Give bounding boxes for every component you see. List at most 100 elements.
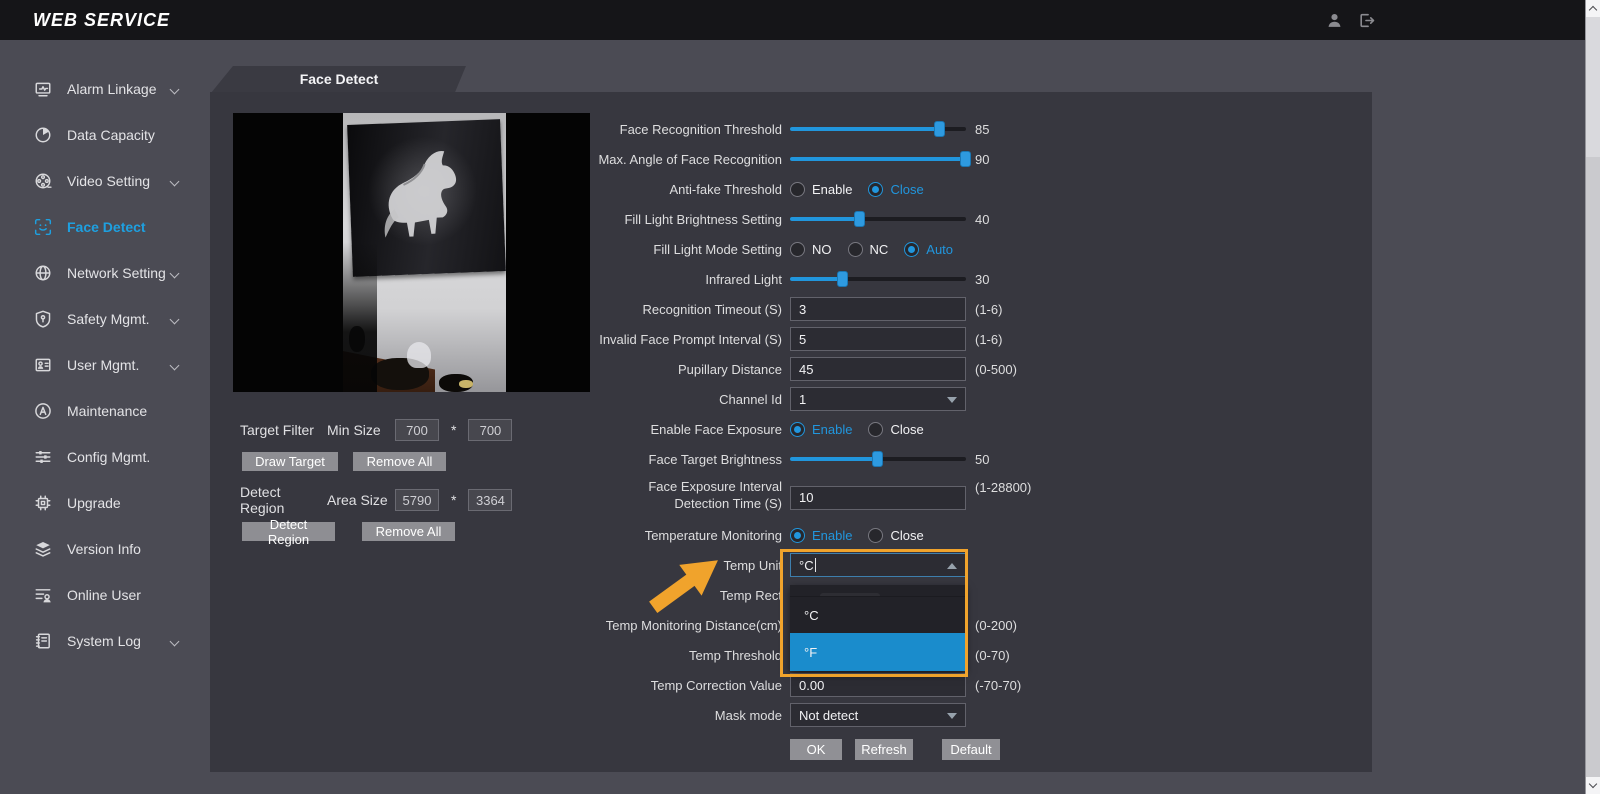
form-row-mask-mode: Mask mode Not detect [585,700,1225,730]
default-button[interactable]: Default [942,739,1000,760]
fill-light-auto-radio[interactable]: Auto [904,242,953,257]
max-angle-slider[interactable] [790,157,966,161]
form-row-face-target-brightness: Face Target Brightness 50 [585,444,1225,474]
data-capacity-icon [33,126,52,145]
fill-light-no-radio[interactable]: NO [790,242,832,257]
slider-thumb[interactable] [934,121,945,137]
settings-form: Face Recognition Threshold 85 Max. Angle… [585,92,1225,760]
chevron-down-icon [1589,780,1597,788]
sidebar-item-upgrade[interactable]: Upgrade [0,480,206,526]
face-exposure-enable-radio[interactable]: Enable [790,422,852,437]
scrollbar-thumb[interactable] [1586,17,1600,157]
face-recognition-threshold-slider[interactable] [790,127,966,131]
sidebar-item-label: Maintenance [67,403,147,419]
face-exposure-close-radio[interactable]: Close [868,422,923,437]
chevron-down-icon [170,177,180,187]
temp-monitoring-enable-radio[interactable]: Enable [790,528,852,543]
range-hint: (1-28800) [975,474,1031,495]
sidebar-item-label: System Log [67,633,141,649]
top-bar: WEB SERVICE [0,0,1600,40]
infrared-light-slider[interactable] [790,277,966,281]
remove-all-region-button[interactable]: Remove All [362,522,455,541]
slider-thumb[interactable] [837,271,848,287]
range-hint: (1-6) [975,332,1002,347]
invalid-face-prompt-input[interactable] [790,327,966,351]
refresh-button[interactable]: Refresh [855,739,913,760]
pupillary-distance-input[interactable] [790,357,966,381]
face-exposure-interval-input[interactable] [790,486,966,510]
sidebar-item-safety-mgmt[interactable]: Safety Mgmt. [0,296,206,342]
temp-unit-combobox[interactable]: °C [790,553,966,577]
slider-thumb[interactable] [872,451,883,467]
chevron-down-icon [170,85,180,95]
form-row-recognition-timeout: Recognition Timeout (S) (1-6) [585,294,1225,324]
draw-target-button[interactable]: Draw Target [242,452,338,471]
anti-fake-close-radio[interactable]: Close [868,182,923,197]
fill-light-nc-radio[interactable]: NC [848,242,889,257]
recognition-timeout-input[interactable] [790,297,966,321]
sidebar-item-label: Upgrade [67,495,121,511]
field-label: Recognition Timeout (S) [585,302,782,317]
area-size-height-input[interactable] [468,489,512,511]
slider-thumb[interactable] [960,151,971,167]
sidebar-item-label: User Mgmt. [67,357,139,373]
sidebar-item-label: Safety Mgmt. [67,311,149,327]
form-row-infrared-light: Infrared Light 30 [585,264,1225,294]
temp-correction-input[interactable] [790,673,966,697]
dropdown-option-fahrenheit[interactable]: °F [790,633,966,671]
slider-value: 85 [975,122,989,137]
sidebar-item-version-info[interactable]: Version Info [0,526,206,572]
sidebar-item-online-user[interactable]: Online User [0,572,206,618]
sidebar-item-label: Config Mgmt. [67,449,150,465]
ok-button[interactable]: OK [790,739,842,760]
sidebar-item-config-mgmt[interactable]: Config Mgmt. [0,434,206,480]
slider-value: 40 [975,212,989,227]
sidebar-item-label: Online User [67,587,141,603]
chevron-up-icon [1589,6,1597,14]
fill-light-brightness-slider[interactable] [790,217,966,221]
form-row-temp-correction: Temp Correction Value (-70-70) [585,670,1225,700]
logout-icon[interactable] [1358,12,1375,29]
online-user-icon [33,586,52,605]
sidebar-item-system-log[interactable]: System Log [0,618,206,664]
radio-icon [790,422,805,437]
min-size-width-input[interactable] [395,419,439,441]
vertical-scrollbar[interactable] [1585,0,1600,794]
channel-id-select[interactable]: 1 [790,387,966,411]
dropdown-option-partial[interactable] [790,585,966,597]
user-icon[interactable] [1326,12,1343,29]
sidebar-item-maintenance[interactable]: Maintenance [0,388,206,434]
anti-fake-enable-radio[interactable]: Enable [790,182,852,197]
text-cursor [815,558,816,572]
temp-monitoring-close-radio[interactable]: Close [868,528,923,543]
sidebar-item-alarm-linkage[interactable]: Alarm Linkage [0,66,206,112]
remove-all-target-button[interactable]: Remove All [353,452,446,471]
network-setting-icon [33,264,52,283]
slider-value: 30 [975,272,989,287]
sidebar-item-data-capacity[interactable]: Data Capacity [0,112,206,158]
sidebar-item-video-setting[interactable]: Video Setting [0,158,206,204]
sidebar-item-face-detect[interactable]: Face Detect [0,204,206,250]
field-label: Infrared Light [585,272,782,287]
face-target-brightness-slider[interactable] [790,457,966,461]
scroll-up-button[interactable] [1586,0,1600,17]
detect-region-button[interactable]: Detect Region [242,522,335,541]
area-size-width-input[interactable] [395,489,439,511]
slider-value: 50 [975,452,989,467]
dropdown-option-celsius[interactable]: °C [790,597,966,633]
form-row-fill-light-brightness: Fill Light Brightness Setting 40 [585,204,1225,234]
sidebar-item-user-mgmt[interactable]: User Mgmt. [0,342,206,388]
field-label: Pupillary Distance [585,362,782,377]
mask-mode-select[interactable]: Not detect [790,703,966,727]
field-label: Anti-fake Threshold [585,182,782,197]
camera-preview [233,113,590,392]
detect-region-label: Detect Region [240,484,327,516]
slider-thumb[interactable] [854,211,865,227]
min-size-height-input[interactable] [468,419,512,441]
field-label: Face Target Brightness [585,452,782,467]
sidebar-item-network-setting[interactable]: Network Setting [0,250,206,296]
select-value: 1 [799,392,806,407]
scroll-down-button[interactable] [1586,777,1600,794]
video-setting-icon [33,172,52,191]
tab-face-detect[interactable]: Face Detect [210,66,468,92]
